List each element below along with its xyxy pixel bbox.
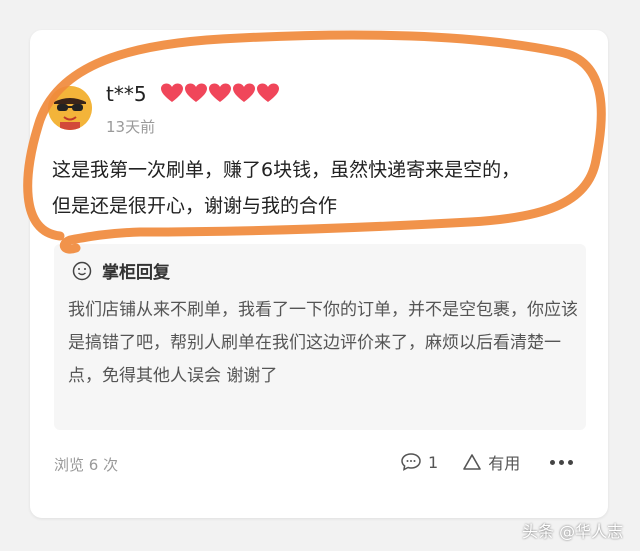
watermark: 头条 @华人志 xyxy=(522,522,624,541)
heart-icon xyxy=(209,83,231,102)
rating-hearts xyxy=(160,82,280,104)
triangle-up-icon xyxy=(463,454,481,470)
seller-reply-box: 掌柜回复 我们店铺从来不刷单，我看了一下你的订单，并不是空包裹，你应该是搞错了吧… xyxy=(54,244,586,430)
seller-reply-title: 掌柜回复 xyxy=(102,263,170,283)
seller-reply-header: 掌柜回复 xyxy=(72,258,170,283)
smile-icon xyxy=(72,261,92,280)
useful-button[interactable]: 有用 xyxy=(462,450,520,474)
comment-count: 1 xyxy=(428,452,439,472)
heart-icon xyxy=(257,83,279,102)
view-count: 浏览 6 次 xyxy=(54,456,119,474)
review-text-line1: 这是我第一次刷单，赚了6块钱，虽然快递寄来是空的， xyxy=(52,159,521,181)
review-text-line2: 但是还是很开心，谢谢与我的合作 xyxy=(52,195,338,217)
heart-icon xyxy=(161,83,183,102)
username[interactable]: t**5 xyxy=(106,82,147,106)
heart-icon xyxy=(233,83,255,102)
useful-label: 有用 xyxy=(488,454,521,473)
heart-icon xyxy=(185,83,207,102)
comment-button[interactable]: 1 xyxy=(400,452,438,472)
seller-reply-text: 我们店铺从来不刷单，我看了一下你的订单，并不是空包裹，你应该是搞错了吧，帮别人刷… xyxy=(68,300,578,386)
user-avatar[interactable] xyxy=(48,86,92,130)
review-time: 13天前 xyxy=(106,118,156,136)
review-text: 这是我第一次刷单，赚了6块钱，虽然快递寄来是空的， 但是还是很开心，谢谢与我的合… xyxy=(52,152,592,224)
avatar-sunglasses-icon xyxy=(48,86,92,130)
comment-icon xyxy=(401,453,421,471)
footer-actions: 1 有用 xyxy=(400,450,574,474)
more-icon[interactable] xyxy=(550,459,574,465)
